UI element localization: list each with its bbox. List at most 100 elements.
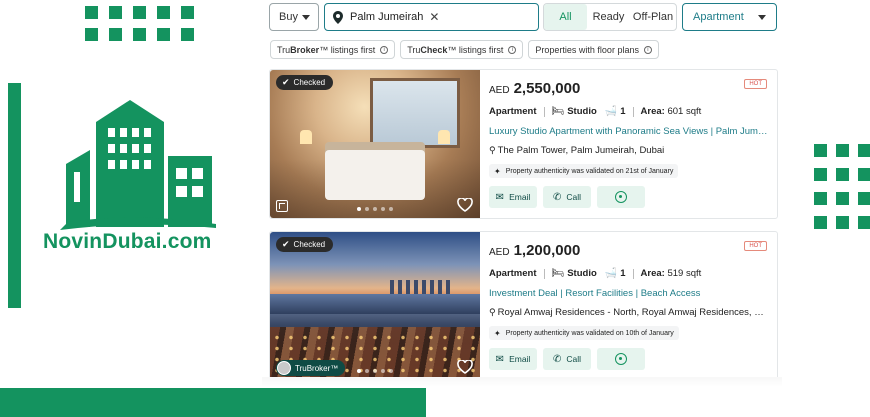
tab-off-plan[interactable]: Off-Plan: [630, 4, 676, 30]
purpose-select-value: Buy: [279, 11, 298, 23]
location-pin-icon: ⚲: [489, 307, 496, 317]
location-chip: Palm Jumeirah ✕: [350, 10, 439, 24]
tab-ready[interactable]: Ready: [587, 4, 630, 30]
chevron-down-icon: [302, 15, 310, 20]
phone-icon: ✆: [552, 353, 562, 365]
chip-bold: Check: [420, 44, 448, 55]
listing-meta: Apartment 🛏 Studio 🛁 1 Area: 519 sqft: [489, 268, 701, 279]
area-label: Area:: [640, 268, 665, 279]
area-value: 519 sqft: [667, 268, 702, 279]
hot-badge: HOT: [744, 241, 767, 251]
price-currency: AED: [489, 85, 510, 96]
carousel-dots[interactable]: [270, 207, 480, 211]
bed-icon: 🛏: [551, 268, 565, 279]
check-icon: ✔: [282, 77, 290, 87]
listing-details: AED 2,550,000 HOT Apartment 🛏 Studio 🛁 1 A…: [489, 70, 773, 218]
bedrooms: Studio: [567, 268, 597, 279]
whatsapp-icon: [615, 191, 627, 203]
sparkle-icon: ✦: [494, 166, 501, 176]
card-shadow: [262, 377, 782, 387]
location-text: The Palm Tower, Palm Jumeirah, Dubai: [497, 145, 665, 156]
listing-actions: ✉ Email ✆ Call: [489, 186, 645, 208]
listing-title[interactable]: Investment Deal | Resort Facilities | Be…: [489, 288, 769, 299]
email-button[interactable]: ✉ Email: [489, 186, 537, 208]
completion-status-tabs: All Ready Off-Plan: [543, 3, 677, 31]
purpose-select[interactable]: Buy: [269, 3, 319, 31]
authenticity-text: Property authenticity was validated on 2…: [505, 167, 674, 175]
listing-actions: ✉ Email ✆ Call: [489, 348, 645, 370]
decorative-left-bar: [8, 83, 21, 308]
location-text: Royal Amwaj Residences - North, Royal Am…: [497, 307, 769, 318]
property-type-value: Apartment: [693, 11, 744, 23]
whatsapp-button[interactable]: [597, 186, 645, 208]
call-label: Call: [566, 192, 582, 202]
phone-icon: ✆: [552, 191, 562, 203]
authenticity-text: Property authenticity was validated on 1…: [505, 329, 674, 337]
divider: [632, 106, 634, 117]
property-type: Apartment: [489, 268, 537, 279]
filter-chip-trubroker[interactable]: Tru Broker ™ listings first i: [270, 40, 396, 59]
listing-title[interactable]: Luxury Studio Apartment with Panoramic S…: [489, 126, 769, 137]
property-type-select[interactable]: Apartment: [682, 3, 777, 31]
bathrooms: 1: [620, 268, 626, 279]
decorative-bottom-bar: [0, 388, 426, 417]
listing-location: ⚲ Royal Amwaj Residences - North, Royal A…: [489, 307, 769, 318]
search-bar: Buy Palm Jumeirah ✕ All Ready Off-Plan A…: [269, 3, 779, 31]
logo-text: NovinDubai.com: [43, 230, 212, 253]
price-amount: 1,200,000: [513, 242, 581, 259]
building-logo-icon: [60, 100, 216, 230]
listing-price: AED 2,550,000: [489, 80, 580, 97]
carousel-dots[interactable]: [270, 369, 480, 373]
listing-meta: Apartment 🛏 Studio 🛁 1 Area: 601 sqft: [489, 106, 701, 117]
mail-icon: ✉: [495, 353, 505, 365]
decorative-squares-top: [85, 6, 194, 41]
email-button[interactable]: ✉ Email: [489, 348, 537, 370]
authenticity-note: ✦ Property authenticity was validated on …: [489, 326, 679, 340]
listing-price: AED 1,200,000: [489, 242, 580, 259]
listing-photo[interactable]: ✔ Checked: [270, 70, 480, 218]
info-icon[interactable]: i: [380, 45, 389, 54]
heart-icon[interactable]: [457, 198, 473, 212]
info-icon[interactable]: i: [643, 45, 652, 54]
photo-water: [270, 294, 480, 314]
heart-icon[interactable]: [457, 360, 473, 374]
whatsapp-button[interactable]: [597, 348, 645, 370]
email-label: Email: [509, 192, 531, 202]
chip-prefix: Tru: [407, 44, 421, 55]
email-label: Email: [509, 354, 531, 364]
bath-icon: 🛁: [604, 268, 618, 279]
authenticity-note: ✦ Property authenticity was validated on …: [489, 164, 679, 178]
chevron-down-icon: [758, 15, 766, 20]
location-pin-icon: ⚲: [489, 145, 496, 155]
location-pin-icon: [333, 10, 343, 24]
photo-lamp: [300, 130, 312, 144]
location-search-input[interactable]: Palm Jumeirah ✕: [324, 3, 539, 31]
listing-photo[interactable]: ✔ Checked TruBroker™: [270, 232, 480, 380]
filter-chips: Tru Broker ™ listings first i Tru Check ™ li…: [270, 40, 659, 59]
hot-badge: HOT: [744, 79, 767, 89]
listing-card[interactable]: ✔ Checked TruBroker™ AED 1,200,000 HOT A…: [269, 231, 778, 381]
check-icon: ✔: [282, 239, 290, 249]
call-button[interactable]: ✆ Call: [543, 186, 591, 208]
chip-suffix: ™ listings first: [447, 44, 504, 55]
checked-badge: ✔ Checked: [276, 237, 334, 252]
tab-all[interactable]: All: [544, 4, 587, 30]
filter-chip-floor-plans[interactable]: Properties with floor plans i: [528, 40, 659, 59]
info-icon[interactable]: i: [508, 45, 517, 54]
sparkle-icon: ✦: [494, 328, 501, 338]
price-amount: 2,550,000: [513, 80, 581, 97]
close-icon[interactable]: ✕: [429, 10, 439, 24]
whatsapp-icon: [615, 353, 627, 365]
chip-bold: Broker: [290, 44, 320, 55]
bedrooms: Studio: [567, 106, 597, 117]
listing-location: ⚲ The Palm Tower, Palm Jumeirah, Dubai: [489, 145, 769, 156]
call-button[interactable]: ✆ Call: [543, 348, 591, 370]
chip-prefix: Tru: [277, 44, 291, 55]
call-label: Call: [566, 354, 582, 364]
bath-icon: 🛁: [604, 106, 618, 117]
divider: [543, 268, 545, 279]
listing-card[interactable]: ✔ Checked AED 2,550,000 HOT Apartment 🛏 S…: [269, 69, 778, 219]
photo-bed: [325, 150, 425, 200]
filter-chip-trucheck[interactable]: Tru Check ™ listings first i: [400, 40, 524, 59]
divider: [632, 268, 634, 279]
